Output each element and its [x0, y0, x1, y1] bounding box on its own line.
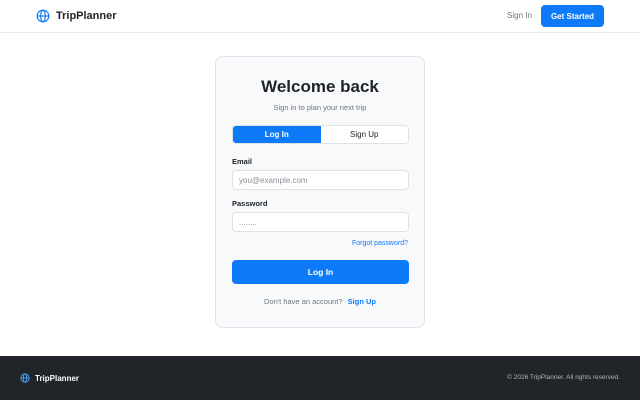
- password-field[interactable]: [232, 212, 409, 232]
- copyright-text: © 2026 TripPlanner. All rights reserved.: [507, 374, 620, 381]
- sign-up-link[interactable]: Sign Up: [348, 297, 376, 306]
- get-started-button[interactable]: Get Started: [541, 5, 604, 27]
- tab-log-in[interactable]: Log In: [233, 126, 321, 143]
- brand-logo[interactable]: TripPlanner: [36, 9, 117, 23]
- no-account-text: Don't have an account?: [263, 297, 343, 306]
- password-label: Password: [232, 199, 268, 208]
- nav-sign-in-link[interactable]: Sign In: [507, 11, 532, 20]
- card-subtitle: Sign in to plan your next trip: [273, 103, 367, 112]
- signup-prompt: Don't have an account? Sign Up: [216, 297, 424, 306]
- main-content: Welcome back Sign in to plan your next t…: [0, 34, 640, 356]
- top-navbar: TripPlanner Sign In Get Started: [0, 0, 640, 33]
- footer-brand: TripPlanner: [20, 373, 79, 383]
- globe-icon: [36, 9, 50, 23]
- login-card: Welcome back Sign in to plan your next t…: [215, 56, 425, 328]
- email-label: Email: [232, 157, 253, 166]
- footer: TripPlanner © 2026 TripPlanner. All righ…: [0, 356, 640, 400]
- email-field[interactable]: [232, 170, 409, 190]
- auth-tabs: Log In Sign Up: [232, 125, 409, 144]
- log-in-button[interactable]: Log In: [232, 260, 409, 284]
- tab-sign-up[interactable]: Sign Up: [320, 126, 408, 143]
- footer-brand-name: TripPlanner: [35, 373, 80, 383]
- forgot-password-link[interactable]: Forgot password?: [352, 240, 408, 247]
- card-title: Welcome back: [261, 77, 379, 96]
- globe-icon: [20, 373, 30, 383]
- brand-name: TripPlanner: [56, 10, 117, 22]
